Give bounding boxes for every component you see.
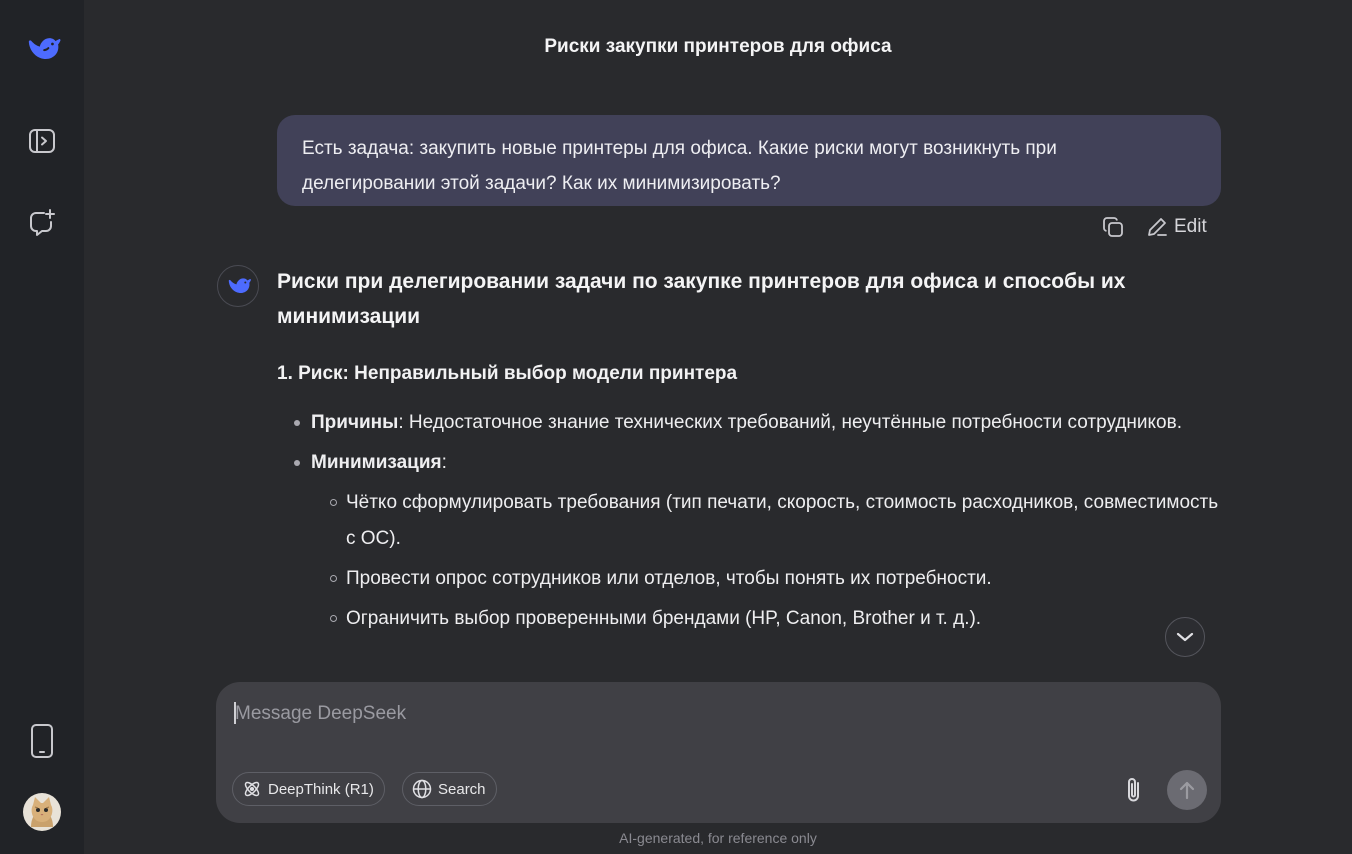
avatar[interactable] <box>23 793 61 831</box>
arrow-up-icon <box>1179 781 1195 800</box>
deepthink-label: DeepThink (R1) <box>268 780 374 798</box>
section-title: 1. Риск: Неправильный выбор модели принт… <box>277 363 738 384</box>
atom-icon <box>244 781 260 797</box>
list-item: Причины: Недостаточное знание технически… <box>277 405 1221 441</box>
deepseek-logo-icon[interactable] <box>22 29 62 69</box>
edit-label: Edit <box>1174 216 1207 237</box>
answer-heading: Риски при делегировании задачи по закупк… <box>277 270 1126 328</box>
disclaimer-text: AI-generated, for reference only <box>619 830 817 846</box>
list-item: Ограничить выбор проверенными брендами (… <box>311 601 1221 637</box>
chat-area: Риски закупки принтеров для офиса Есть з… <box>84 0 1352 854</box>
search-label: Search <box>438 780 486 798</box>
new-chat-icon[interactable] <box>22 203 62 243</box>
mobile-app-icon[interactable] <box>22 721 62 761</box>
causes-label: Причины <box>311 412 399 433</box>
assistant-avatar-icon <box>217 265 259 307</box>
text-caret <box>234 702 236 724</box>
send-button[interactable] <box>1167 770 1207 810</box>
risk-list: Причины: Недостаточное знание технически… <box>277 405 1221 637</box>
list-item: Чётко сформулировать требования (тип печ… <box>311 485 1221 557</box>
deepthink-button[interactable]: DeepThink (R1) <box>232 772 385 806</box>
sidebar-toggle-icon[interactable] <box>22 121 62 161</box>
mitigation-list: Чётко сформулировать требования (тип печ… <box>311 485 1221 637</box>
mitigation-label: Минимизация <box>311 452 442 473</box>
chevron-down-icon <box>1176 632 1194 642</box>
message-input[interactable] <box>233 698 1197 730</box>
list-item: Минимизация: Чётко сформулировать требов… <box>277 445 1221 637</box>
paperclip-icon <box>1128 778 1139 802</box>
sidebar <box>0 0 84 854</box>
message-composer: DeepThink (R1) Search <box>216 682 1221 823</box>
list-item: Провести опрос сотрудников или отделов, … <box>311 561 1221 597</box>
assistant-message: Риски при делегировании задачи по закупк… <box>277 264 1221 680</box>
search-button[interactable]: Search <box>402 772 497 806</box>
causes-text: : Недостаточное знание технических требо… <box>398 412 1182 433</box>
edit-button[interactable]: Edit <box>1146 216 1207 238</box>
globe-icon <box>412 779 432 799</box>
attach-file-button[interactable] <box>1119 774 1149 806</box>
pencil-icon <box>1148 218 1167 236</box>
scroll-down-button[interactable] <box>1165 617 1205 657</box>
page-title: Риски закупки принтеров для офиса <box>544 36 892 57</box>
message-actions: Edit <box>1098 212 1207 242</box>
copy-icon[interactable] <box>1098 212 1128 242</box>
mitigation-colon: : <box>441 452 447 473</box>
user-message-bubble: Есть задача: закупить новые принтеры для… <box>277 115 1221 206</box>
